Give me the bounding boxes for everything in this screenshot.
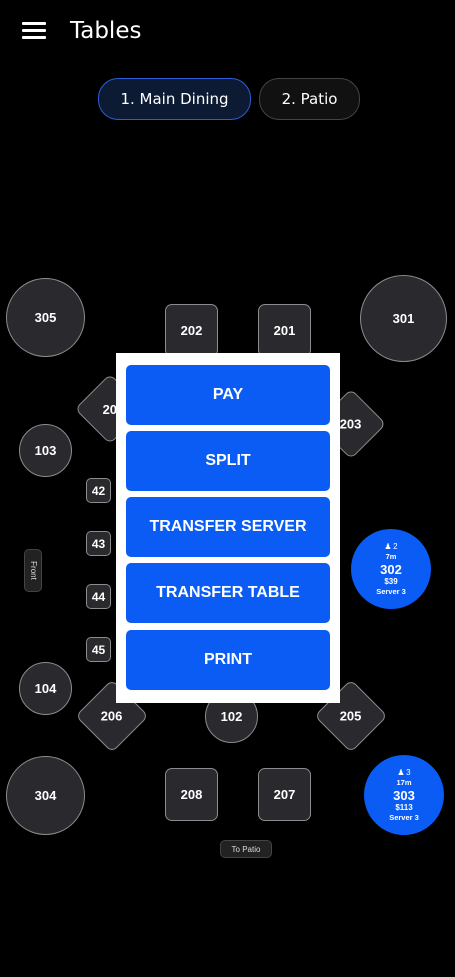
split-button[interactable]: SPLIT	[126, 431, 330, 491]
app-header: Tables	[0, 0, 455, 64]
table-number: 104	[34, 681, 57, 696]
table-202[interactable]: 202	[165, 304, 218, 357]
table-number: 102	[220, 709, 243, 724]
guest-count: ♟ 2	[384, 542, 398, 551]
table-number: 206	[101, 708, 123, 724]
table-number: 203	[340, 416, 362, 432]
table-301[interactable]: 301	[360, 275, 447, 362]
table-number: 45	[91, 642, 106, 657]
table-305[interactable]: 305	[6, 278, 85, 357]
table-207[interactable]: 207	[258, 768, 311, 821]
table-number: 305	[34, 310, 57, 325]
pay-button[interactable]: PAY	[126, 365, 330, 425]
table-302-occupied[interactable]: ♟ 2 7m 302 $39 Server 3	[351, 529, 431, 609]
tab-main-dining[interactable]: 1. Main Dining	[98, 78, 251, 120]
table-number: 207	[273, 787, 296, 802]
table-43[interactable]: 43	[86, 531, 111, 556]
page-title: Tables	[70, 18, 142, 44]
front-label-text: Front	[28, 561, 38, 580]
print-button[interactable]: PRINT	[126, 630, 330, 690]
table-208[interactable]: 208	[165, 768, 218, 821]
server-name: Server 3	[376, 586, 406, 596]
elapsed-time: 17m	[396, 778, 412, 787]
hamburger-menu-icon[interactable]	[22, 22, 46, 42]
check-amount: $113	[395, 802, 413, 812]
table-number: 43	[91, 536, 106, 551]
front-label: Front	[24, 549, 42, 592]
table-action-menu: PAY SPLIT TRANSFER SERVER TRANSFER TABLE…	[116, 353, 340, 703]
to-patio-label-text: To Patio	[231, 844, 261, 854]
table-42[interactable]: 42	[86, 478, 111, 503]
transfer-table-button[interactable]: TRANSFER TABLE	[126, 563, 330, 623]
table-number: 304	[34, 788, 57, 803]
table-number: 44	[91, 589, 106, 604]
table-201[interactable]: 201	[258, 304, 311, 357]
table-number: 201	[273, 323, 296, 338]
server-name: Server 3	[389, 812, 419, 822]
to-patio-label[interactable]: To Patio	[220, 840, 272, 858]
table-number: 208	[180, 787, 203, 802]
table-number: 302	[380, 561, 402, 577]
table-number: 303	[393, 787, 415, 803]
table-number: 42	[91, 483, 106, 498]
table-304[interactable]: 304	[6, 756, 85, 835]
guest-count-value: 2	[393, 542, 398, 551]
table-number: 103	[34, 443, 57, 458]
table-45[interactable]: 45	[86, 637, 111, 662]
table-44[interactable]: 44	[86, 584, 111, 609]
elapsed-time: 7m	[385, 552, 397, 561]
check-amount: $39	[384, 576, 398, 586]
table-104[interactable]: 104	[19, 662, 72, 715]
table-number: 205	[340, 708, 362, 724]
transfer-server-button[interactable]: TRANSFER SERVER	[126, 497, 330, 557]
guest-count-value: 3	[406, 768, 411, 777]
tab-patio[interactable]: 2. Patio	[259, 78, 360, 120]
table-103[interactable]: 103	[19, 424, 72, 477]
guest-count: ♟ 3	[397, 768, 411, 777]
table-303-occupied[interactable]: ♟ 3 17m 303 $113 Server 3	[364, 755, 444, 835]
table-number: 301	[392, 311, 415, 326]
table-number: 202	[180, 323, 203, 338]
